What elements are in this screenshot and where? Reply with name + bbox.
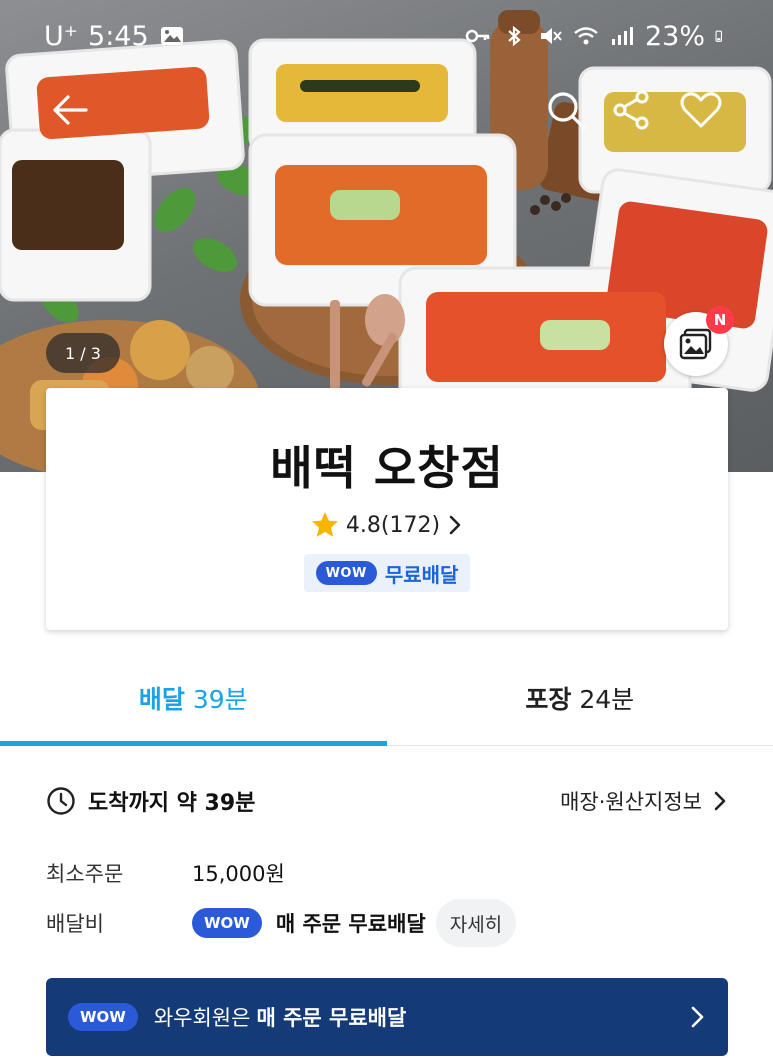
wow-free-delivery-badge: WOW 무료배달 (303, 554, 471, 592)
battery-percent: 23% (644, 20, 705, 52)
clock-icon (46, 786, 76, 816)
wow-banner-text: 와우회원은 (153, 1006, 251, 1030)
arrival-row: 도착까지 약 39분 매장·원산지정보 (46, 784, 728, 818)
tab-pickup[interactable]: 포장 24분 (387, 650, 773, 745)
delivery-fee-row: 배달비 WOW 매 주문 무료배달 자세히 (46, 899, 728, 947)
wow-membership-banner[interactable]: WOW 와우회원은 매 주문 무료배달 (46, 978, 728, 1056)
carrier-label: U⁺ (44, 20, 79, 52)
key-icon (465, 29, 490, 43)
search-icon (548, 92, 586, 130)
clock-time: 5:45 (88, 20, 149, 52)
wow-badge: WOW (192, 908, 262, 938)
tab-pickup-time: 24분 (579, 684, 635, 714)
delivery-fee-value: 매 주문 무료배달 (275, 912, 426, 936)
tab-pickup-label: 포장 (525, 684, 572, 714)
min-order-label: 최소주문 (46, 862, 124, 886)
search-button[interactable] (544, 88, 588, 132)
status-bar: U⁺ 5:45 23% (0, 0, 773, 72)
rating-value: 4.8(172) (345, 512, 441, 538)
delivery-fee-label: 배달비 (46, 912, 104, 936)
wow-banner-bold-text: 매 주문 무료배달 (256, 1006, 407, 1030)
battery-icon (715, 30, 722, 42)
back-button[interactable] (48, 88, 92, 132)
star-icon (310, 510, 340, 540)
bluetooth-icon (508, 25, 521, 47)
store-origin-info-link[interactable]: 매장·원산지정보 (560, 786, 728, 816)
free-delivery-label: 무료배달 (384, 562, 459, 587)
tab-delivery[interactable]: 배달 39분 (0, 650, 387, 746)
share-button[interactable] (610, 88, 654, 132)
order-type-tabs: 배달 39분 포장 24분 (0, 650, 773, 746)
store-name: 배떡 오창점 (270, 441, 504, 495)
chevron-right-icon (449, 515, 461, 535)
wow-badge: WOW (315, 561, 377, 585)
back-arrow-icon (53, 95, 88, 125)
rating-link[interactable]: 4.8(172) (310, 510, 464, 540)
heart-icon (680, 92, 722, 128)
chevron-right-icon (714, 791, 726, 811)
tab-delivery-time: 39분 (192, 684, 248, 714)
chevron-right-icon (691, 1006, 704, 1028)
new-badge: N (706, 306, 734, 334)
signal-icon (611, 27, 633, 45)
min-order-value: 15,000원 (192, 862, 285, 886)
wifi-icon (574, 27, 598, 45)
min-order-row: 최소주문 15,000원 (46, 849, 728, 897)
wow-badge: WOW (68, 1003, 138, 1031)
photo-review-icon (679, 328, 712, 360)
store-info-card: 배떡 오창점 4.8(172) WOW 무료배달 (46, 388, 728, 630)
photo-review-button[interactable]: N (664, 306, 734, 376)
delivery-fee-detail-button[interactable]: 자세히 (435, 899, 517, 947)
store-origin-info-label: 매장·원산지정보 (560, 790, 702, 814)
mute-icon (540, 28, 562, 44)
arrival-time-text: 도착까지 약 39분 (88, 791, 256, 816)
favorite-button[interactable] (679, 88, 723, 132)
share-icon (613, 90, 649, 130)
gallery-notification-icon (160, 27, 183, 45)
image-pager: 1 / 3 (46, 333, 120, 373)
tab-delivery-label: 배달 (138, 684, 185, 714)
